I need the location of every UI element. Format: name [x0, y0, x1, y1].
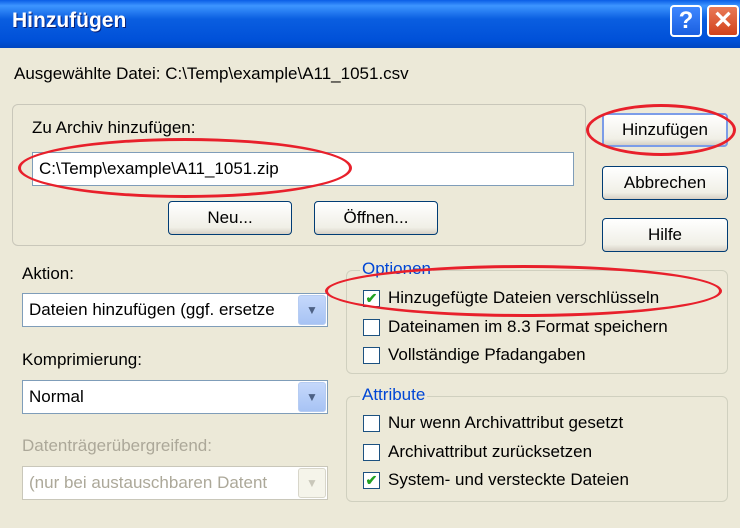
window-title: Hinzufügen: [12, 9, 127, 32]
archive-attr-checkbox[interactable]: [363, 415, 380, 432]
compression-label: Komprimierung:: [22, 350, 142, 369]
attributes-legend: Attribute: [360, 385, 428, 405]
chevron-down-icon[interactable]: ▼: [298, 382, 326, 412]
encrypt-option-label[interactable]: Hinzugefügte Dateien verschlüsseln: [388, 288, 659, 308]
archive-label: Zu Archiv hinzufügen:: [32, 118, 196, 137]
spanning-label: Datenträgerübergreifend:: [22, 436, 212, 455]
compression-select-value: Normal: [29, 387, 84, 406]
selected-file-label: Ausgewählte Datei: C:\Temp\example\A11_1…: [14, 64, 409, 83]
full-paths-option-label[interactable]: Vollständige Pfadangaben: [388, 345, 586, 365]
short-names-checkbox[interactable]: [363, 319, 380, 336]
system-files-option-label[interactable]: System- und versteckte Dateien: [388, 470, 629, 490]
action-label: Aktion:: [22, 264, 74, 283]
chevron-down-icon: ▼: [298, 468, 326, 498]
check-icon: ✔: [365, 472, 378, 488]
system-files-checkbox[interactable]: ✔: [363, 472, 380, 489]
archive-path-input[interactable]: C:\Temp\example\A11_1051.zip: [32, 152, 574, 186]
spanning-select-value: (nur bei austauschbaren Datent: [29, 473, 268, 492]
help-button[interactable]: Hilfe: [602, 218, 728, 252]
short-names-option-label[interactable]: Dateinamen im 8.3 Format speichern: [388, 317, 668, 337]
close-icon[interactable]: ✕: [707, 5, 739, 37]
title-bar[interactable]: Hinzufügen ? ✕: [0, 0, 740, 48]
full-paths-checkbox[interactable]: [363, 347, 380, 364]
action-select[interactable]: Dateien hinzufügen (ggf. ersetze ▼: [22, 293, 328, 327]
help-icon[interactable]: ?: [670, 5, 702, 37]
reset-attr-checkbox[interactable]: [363, 444, 380, 461]
encrypt-checkbox[interactable]: ✔: [363, 290, 380, 307]
add-button[interactable]: Hinzufügen: [602, 113, 728, 147]
spanning-select: (nur bei austauschbaren Datent ▼: [22, 466, 328, 500]
action-select-value: Dateien hinzufügen (ggf. ersetze: [29, 300, 275, 319]
options-legend: Optionen: [360, 259, 433, 279]
compression-select[interactable]: Normal ▼: [22, 380, 328, 414]
chevron-down-icon[interactable]: ▼: [298, 295, 326, 325]
check-icon: ✔: [365, 290, 378, 306]
cancel-button[interactable]: Abbrechen: [602, 166, 728, 200]
reset-attr-option-label[interactable]: Archivattribut zurücksetzen: [388, 442, 592, 462]
new-archive-button[interactable]: Neu...: [168, 201, 292, 235]
archive-attr-option-label[interactable]: Nur wenn Archivattribut gesetzt: [388, 413, 623, 433]
open-archive-button[interactable]: Öffnen...: [314, 201, 438, 235]
